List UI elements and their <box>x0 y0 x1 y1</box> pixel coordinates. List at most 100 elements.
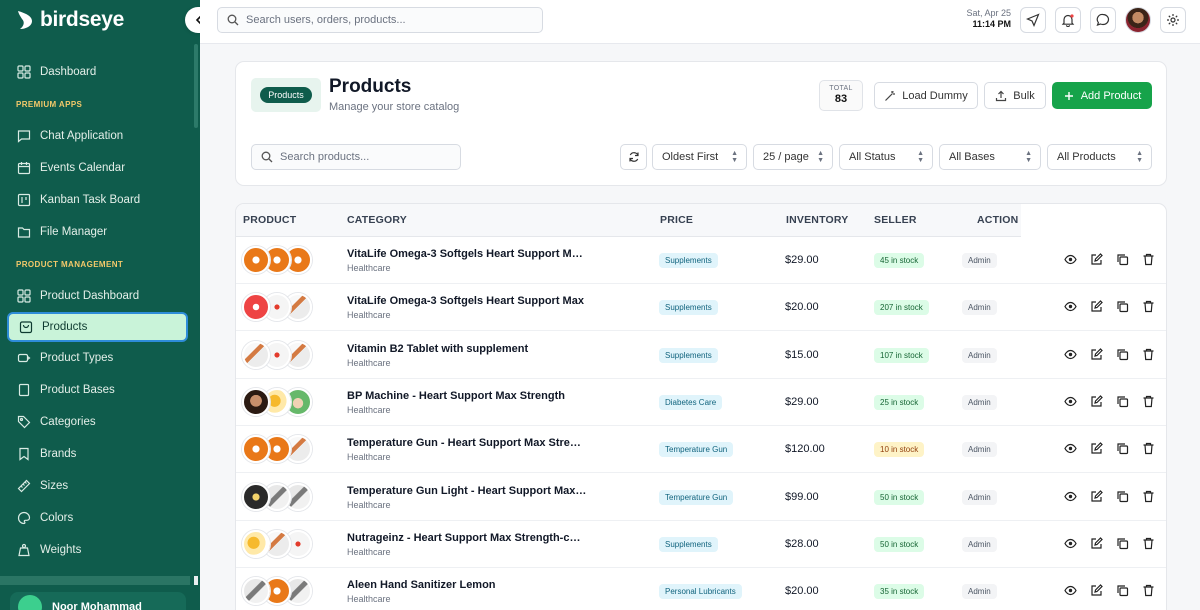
bell-icon <box>1061 14 1075 27</box>
edit-button[interactable] <box>1090 395 1104 409</box>
duplicate-button[interactable] <box>1116 395 1130 409</box>
sidebar-item-chat[interactable]: Chat Application <box>0 120 196 152</box>
column-header-inventory[interactable]: INVENTORY <box>786 214 848 226</box>
duplicate-button[interactable] <box>1116 253 1130 267</box>
load-dummy-button[interactable]: Load Dummy <box>874 82 978 109</box>
view-button[interactable] <box>1064 442 1078 456</box>
product-name[interactable]: Temperature Gun - Heart Support Max Stre… <box>347 437 587 449</box>
duplicate-button[interactable] <box>1116 348 1130 362</box>
view-button[interactable] <box>1064 490 1078 504</box>
pencil-square-icon <box>1091 584 1103 596</box>
products-filter-select[interactable]: All Products ▲ ▼ <box>1047 144 1152 170</box>
delete-button[interactable] <box>1142 584 1156 598</box>
edit-button[interactable] <box>1090 253 1104 267</box>
breadcrumb-pill[interactable]: Products <box>260 87 312 103</box>
table-row[interactable]: Temperature Gun - Heart Support Max Stre… <box>236 426 1166 474</box>
refresh-button[interactable] <box>620 144 647 170</box>
duplicate-button[interactable] <box>1116 537 1130 551</box>
sidebar-item-dashboard[interactable]: Dashboard <box>0 56 196 88</box>
delete-button[interactable] <box>1142 490 1156 504</box>
user-profile-chip[interactable]: Noor Mohammad <box>10 592 186 610</box>
global-search[interactable] <box>217 7 543 33</box>
product-search[interactable] <box>251 144 461 170</box>
seller-badge: Admin <box>962 536 997 552</box>
sidebar-item-file-manager[interactable]: File Manager <box>0 216 196 248</box>
product-search-input[interactable] <box>280 151 450 163</box>
global-search-input[interactable] <box>246 14 526 26</box>
total-count-badge: TOTAL 83 <box>819 80 863 111</box>
page-title: Products <box>329 76 412 97</box>
product-price: $28.00 <box>785 537 819 550</box>
user-avatar[interactable] <box>1125 7 1151 33</box>
edit-button[interactable] <box>1090 536 1104 551</box>
sidebar-item-product-types[interactable]: Product Types <box>0 342 196 374</box>
table-row[interactable]: Vitamin B2 Tablet with supplement Healthc… <box>236 332 1166 379</box>
navigation-button[interactable] <box>1020 7 1046 33</box>
sidebar-item-product-dashboard[interactable]: Product Dashboard <box>0 280 196 312</box>
status-select[interactable]: All Status ▲ ▼ <box>839 144 933 170</box>
column-header-product[interactable]: PRODUCT <box>243 214 296 226</box>
product-name[interactable]: Nutrageinz - Heart Support Max Strength-… <box>347 532 587 544</box>
sidebar-item-sizes[interactable]: Sizes <box>0 470 196 502</box>
edit-button[interactable] <box>1090 300 1104 314</box>
add-product-button[interactable]: Add Product <box>1052 82 1152 109</box>
view-button[interactable] <box>1064 395 1078 409</box>
delete-button[interactable] <box>1142 300 1156 314</box>
trash-icon <box>1143 443 1154 455</box>
sidebar-item-weights[interactable]: Weights <box>0 534 196 566</box>
column-header-price[interactable]: PRICE <box>660 214 693 226</box>
view-button[interactable] <box>1064 584 1078 598</box>
delete-button[interactable] <box>1142 537 1156 551</box>
messages-button[interactable] <box>1090 7 1116 33</box>
view-button[interactable] <box>1064 300 1078 314</box>
sidebar-item-brands[interactable]: Brands <box>0 438 196 470</box>
bulk-button[interactable]: Bulk <box>984 82 1046 109</box>
table-row[interactable]: VitaLife Omega-3 Softgels Heart Support … <box>236 237 1166 284</box>
refresh-icon <box>628 152 639 162</box>
sidebar-item-kanban[interactable]: Kanban Task Board <box>0 184 196 216</box>
duplicate-button[interactable] <box>1116 584 1130 598</box>
page-size-select[interactable]: 25 / page ▲ ▼ <box>753 144 833 170</box>
notifications-button[interactable] <box>1055 7 1081 33</box>
sidebar-scrollbar-thumb[interactable] <box>194 576 198 585</box>
delete-button[interactable] <box>1142 253 1156 267</box>
sidebar-item-calendar[interactable]: Events Calendar <box>0 152 196 184</box>
edit-button[interactable] <box>1090 489 1104 504</box>
product-name[interactable]: Vitamin B2 Tablet with supplement <box>347 343 587 355</box>
sidebar-item-products[interactable]: Products <box>7 312 188 342</box>
product-name[interactable]: BP Machine - Heart Support Max Strength <box>347 390 587 402</box>
duplicate-button[interactable] <box>1116 490 1130 504</box>
sidebar-item-categories[interactable]: Categories <box>0 406 196 438</box>
product-subcategory: Healthcare <box>347 404 391 415</box>
duplicate-button[interactable] <box>1116 300 1130 314</box>
delete-button[interactable] <box>1142 442 1156 456</box>
product-name[interactable]: Aleen Hand Sanitizer Lemon <box>347 579 587 591</box>
product-name[interactable]: Temperature Gun Light - Heart Support Ma… <box>347 485 587 497</box>
sort-select[interactable]: Oldest First ▲ ▼ <box>652 144 747 170</box>
delete-button[interactable] <box>1142 395 1156 409</box>
table-row[interactable]: Aleen Hand Sanitizer Lemon Healthcare Pers… <box>236 568 1166 610</box>
sidebar-item-product-bases[interactable]: Product Bases <box>0 374 196 406</box>
product-name[interactable]: VitaLife Omega-3 Softgels Heart Support … <box>347 295 587 307</box>
table-row[interactable]: VitaLife Omega-3 Softgels Heart Support … <box>236 284 1166 332</box>
table-row[interactable]: Temperature Gun Light - Heart Support Ma… <box>236 474 1166 521</box>
bases-select[interactable]: All Bases ▲ ▼ <box>939 144 1041 170</box>
duplicate-button[interactable] <box>1116 442 1130 456</box>
column-header-category[interactable]: CATEGORY <box>347 214 407 226</box>
edit-button[interactable] <box>1090 347 1104 362</box>
category-badge: Supplements <box>659 347 718 363</box>
settings-button[interactable] <box>1160 7 1186 33</box>
view-button[interactable] <box>1064 537 1078 551</box>
sidebar-horizontal-scrollbar[interactable] <box>0 576 190 585</box>
view-button[interactable] <box>1064 348 1078 362</box>
column-header-seller[interactable]: SELLER <box>874 214 917 226</box>
view-button[interactable] <box>1064 253 1078 267</box>
product-name[interactable]: VitaLife Omega-3 Softgels Heart Support … <box>347 248 587 260</box>
sidebar-item-colors[interactable]: Colors <box>0 502 196 534</box>
logo[interactable]: birdseye <box>16 8 124 32</box>
delete-button[interactable] <box>1142 348 1156 362</box>
table-row[interactable]: Nutrageinz - Heart Support Max Strength-… <box>236 521 1166 568</box>
edit-button[interactable] <box>1090 584 1104 598</box>
edit-button[interactable] <box>1090 442 1104 456</box>
table-row[interactable]: BP Machine - Heart Support Max Strength H… <box>236 379 1166 426</box>
